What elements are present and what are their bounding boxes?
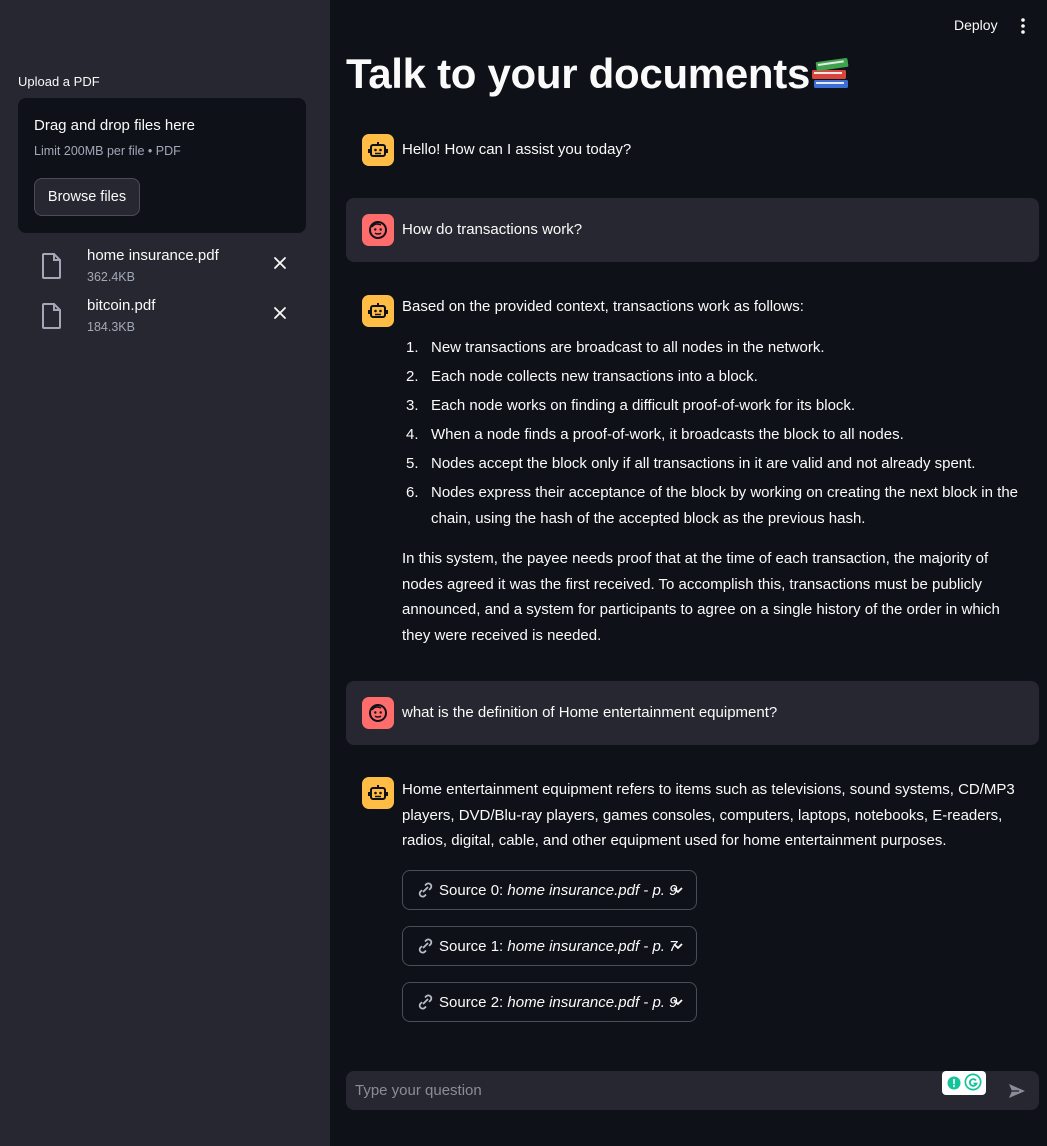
input-placeholder: Type your question (355, 1082, 482, 1099)
file-icon (42, 253, 61, 279)
message-text: Hello! How can I assist you today? (402, 141, 632, 158)
source-expander[interactable]: Source 0: home insurance.pdf - p. 9 (402, 870, 697, 910)
assistant-message: Based on the provided context, transacti… (346, 278, 1039, 666)
source-doc: home insurance.pdf - p. 9 (507, 993, 678, 1011)
page-title: Talk to your documents (346, 50, 811, 97)
assistant-message: Hello! How can I assist you today? (346, 118, 1039, 180)
user-message: How do transactions work? (346, 198, 1039, 262)
sidebar: Upload a PDF Drag and drop files here Li… (0, 0, 330, 1146)
list-item: 5. Nodes accept the block only if all tra… (406, 455, 976, 472)
browse-files-button[interactable]: Browse files (34, 178, 140, 216)
deploy-button[interactable]: Deploy (954, 17, 998, 33)
file-name: home insurance.pdf (87, 247, 219, 264)
chevron-down-icon (673, 887, 683, 894)
list-item: 1. New transactions are broadcast to all … (406, 339, 825, 356)
robot-icon (368, 142, 388, 157)
books-icon (812, 58, 849, 88)
file-name: bitcoin.pdf (87, 297, 156, 314)
file-size: 362.4KB (87, 270, 135, 284)
file-icon (42, 303, 61, 329)
message-text: what is the definition of Home entertain… (402, 704, 778, 721)
assistant-message: Home entertainment equipment refers to i… (346, 761, 1039, 1041)
list-item: 2. Each node collects new transactions in… (406, 368, 758, 385)
file-dropzone[interactable]: Drag and drop files here Limit 200MB per… (18, 98, 306, 233)
user-message: what is the definition of Home entertain… (346, 681, 1039, 745)
source-doc: home insurance.pdf - p. 7 (507, 937, 678, 955)
user-avatar (362, 214, 394, 246)
list-item: 6. Nodes express their acceptance of the … (406, 484, 1018, 527)
source-doc: home insurance.pdf - p. 9 (507, 881, 678, 899)
close-icon[interactable] (272, 305, 288, 321)
chat-input[interactable]: Type your question (346, 1071, 1039, 1110)
source-label: Source 1: (439, 937, 504, 955)
upload-label: Upload a PDF (18, 74, 100, 89)
message-text: Home entertainment equipment refers to i… (402, 781, 1015, 849)
send-icon[interactable] (1007, 1081, 1027, 1101)
message-intro: Based on the provided context, transacti… (402, 298, 804, 315)
dropzone-limit: Limit 200MB per file • PDF (34, 144, 181, 158)
robot-icon (368, 785, 388, 800)
file-size: 184.3KB (87, 320, 135, 334)
source-label: Source 2: (439, 993, 504, 1011)
face-icon (369, 221, 387, 239)
chevron-down-icon (673, 999, 683, 1006)
more-menu-icon[interactable] (1016, 16, 1030, 36)
list-item: 4. When a node finds a proof-of-work, it … (406, 426, 904, 443)
face-icon (369, 704, 387, 722)
list-item: 3. Each node works on finding a difficult… (406, 397, 856, 414)
bot-avatar (362, 134, 394, 166)
user-avatar (362, 697, 394, 729)
bot-avatar (362, 777, 394, 809)
grammarly-icon[interactable] (942, 1071, 986, 1095)
dropzone-title: Drag and drop files here (34, 117, 195, 134)
source-expander[interactable]: Source 2: home insurance.pdf - p. 9 (402, 982, 697, 1022)
link-icon (418, 882, 433, 898)
close-icon[interactable] (272, 255, 288, 271)
source-expander[interactable]: Source 1: home insurance.pdf - p. 7 (402, 926, 697, 966)
uploaded-file: home insurance.pdf 362.4KB (40, 247, 306, 291)
link-icon (418, 938, 433, 954)
link-icon (418, 994, 433, 1010)
steps-list: 1. New transactions are broadcast to all … (402, 335, 1032, 535)
bot-avatar (362, 295, 394, 327)
message-text: How do transactions work? (402, 221, 583, 238)
chevron-down-icon (673, 943, 683, 950)
robot-icon (368, 303, 388, 318)
uploaded-file: bitcoin.pdf 184.3KB (40, 297, 306, 341)
message-outro: In this system, the payee needs proof th… (402, 550, 1000, 644)
source-label: Source 0: (439, 881, 504, 899)
